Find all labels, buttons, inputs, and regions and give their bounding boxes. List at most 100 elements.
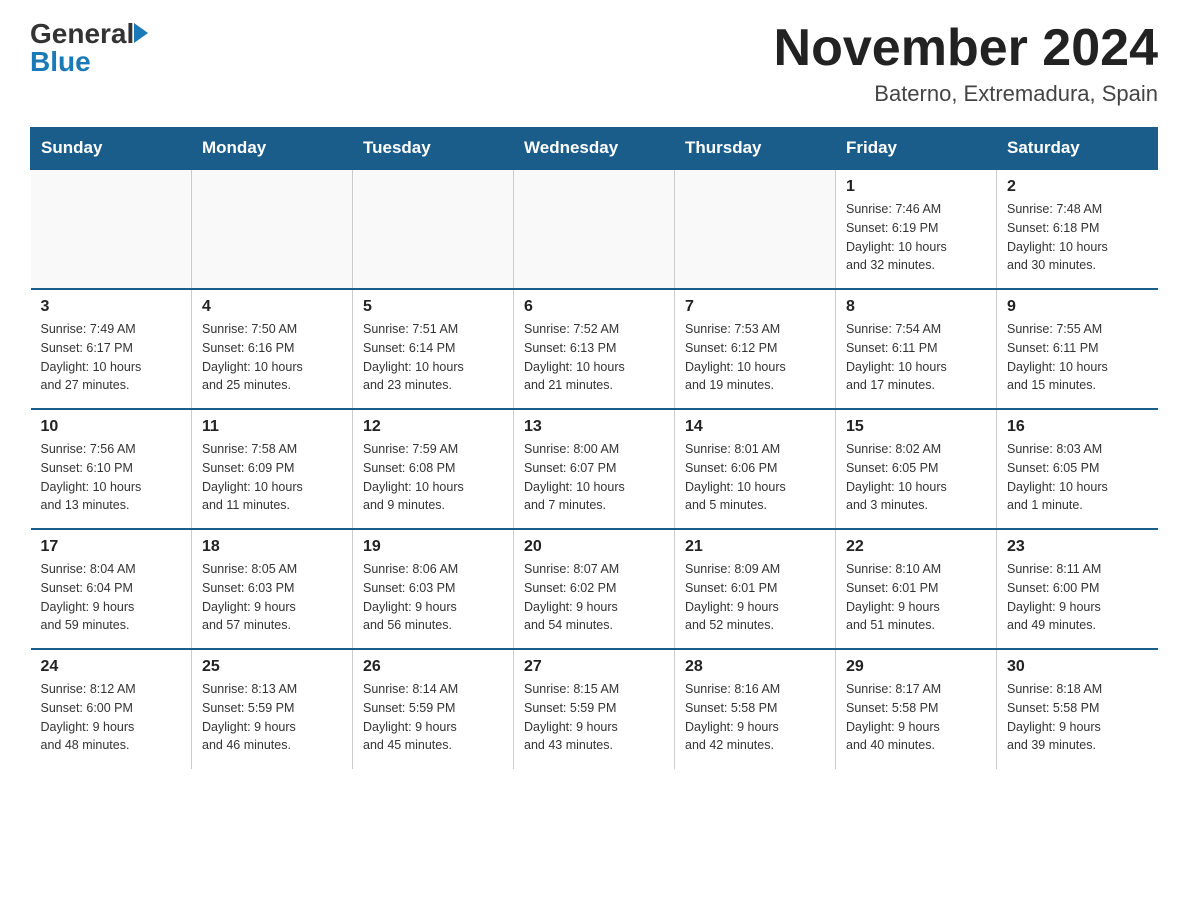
weekday-header-friday: Friday xyxy=(836,128,997,170)
day-number: 24 xyxy=(41,658,182,676)
calendar-cell: 23Sunrise: 8:11 AM Sunset: 6:00 PM Dayli… xyxy=(997,529,1158,649)
day-number: 7 xyxy=(685,298,825,316)
weekday-header-wednesday: Wednesday xyxy=(514,128,675,170)
day-info: Sunrise: 7:46 AM Sunset: 6:19 PM Dayligh… xyxy=(846,200,986,275)
day-info: Sunrise: 7:59 AM Sunset: 6:08 PM Dayligh… xyxy=(363,440,503,515)
calendar-cell: 22Sunrise: 8:10 AM Sunset: 6:01 PM Dayli… xyxy=(836,529,997,649)
day-number: 19 xyxy=(363,538,503,556)
calendar-cell: 12 Sunrise: 7:59 AM Sunset: 6:08 PM Dayli… xyxy=(353,409,514,529)
calendar-cell xyxy=(675,169,836,289)
day-number: 25 xyxy=(202,658,342,676)
day-info: Sunrise: 7:48 AM Sunset: 6:18 PM Dayligh… xyxy=(1007,200,1148,275)
calendar-cell: 14 Sunrise: 8:01 AM Sunset: 6:06 PM Dayli… xyxy=(675,409,836,529)
day-info: Sunrise: 7:54 AM Sunset: 6:11 PM Dayligh… xyxy=(846,320,986,395)
day-number: 3 xyxy=(41,298,182,316)
day-number: 13 xyxy=(524,418,664,436)
week-row-2: 3 Sunrise: 7:49 AM Sunset: 6:17 PM Daylig… xyxy=(31,289,1158,409)
calendar-cell: 16 Sunrise: 8:03 AM Sunset: 6:05 PM Dayli… xyxy=(997,409,1158,529)
day-number: 18 xyxy=(202,538,342,556)
day-info: Sunrise: 8:17 AM Sunset: 5:58 PM Dayligh… xyxy=(846,680,986,755)
calendar-cell: 10 Sunrise: 7:56 AM Sunset: 6:10 PM Dayli… xyxy=(31,409,192,529)
day-number: 4 xyxy=(202,298,342,316)
calendar-cell: 5Sunrise: 7:51 AM Sunset: 6:14 PM Daylig… xyxy=(353,289,514,409)
day-info: Sunrise: 8:13 AM Sunset: 5:59 PM Dayligh… xyxy=(202,680,342,755)
title-area: November 2024 Baterno, Extremadura, Spai… xyxy=(774,20,1158,107)
calendar-cell: 26 Sunrise: 8:14 AM Sunset: 5:59 PM Dayli… xyxy=(353,649,514,769)
day-info: Sunrise: 7:49 AM Sunset: 6:17 PM Dayligh… xyxy=(41,320,182,395)
day-number: 9 xyxy=(1007,298,1148,316)
day-info: Sunrise: 8:04 AM Sunset: 6:04 PM Dayligh… xyxy=(41,560,182,635)
day-info: Sunrise: 8:02 AM Sunset: 6:05 PM Dayligh… xyxy=(846,440,986,515)
day-number: 21 xyxy=(685,538,825,556)
location-subtitle: Baterno, Extremadura, Spain xyxy=(774,81,1158,107)
week-row-5: 24 Sunrise: 8:12 AM Sunset: 6:00 PM Dayli… xyxy=(31,649,1158,769)
calendar-header: SundayMondayTuesdayWednesdayThursdayFrid… xyxy=(31,128,1158,170)
day-info: Sunrise: 8:03 AM Sunset: 6:05 PM Dayligh… xyxy=(1007,440,1148,515)
week-row-4: 17 Sunrise: 8:04 AM Sunset: 6:04 PM Dayli… xyxy=(31,529,1158,649)
calendar-cell xyxy=(31,169,192,289)
calendar-table: SundayMondayTuesdayWednesdayThursdayFrid… xyxy=(30,127,1158,769)
calendar-cell: 11 Sunrise: 7:58 AM Sunset: 6:09 PM Dayli… xyxy=(192,409,353,529)
day-info: Sunrise: 8:12 AM Sunset: 6:00 PM Dayligh… xyxy=(41,680,182,755)
calendar-cell: 24 Sunrise: 8:12 AM Sunset: 6:00 PM Dayli… xyxy=(31,649,192,769)
day-info: Sunrise: 7:53 AM Sunset: 6:12 PM Dayligh… xyxy=(685,320,825,395)
day-number: 23 xyxy=(1007,538,1148,556)
day-number: 12 xyxy=(363,418,503,436)
logo-general-text: General xyxy=(30,20,150,48)
day-info: Sunrise: 7:55 AM Sunset: 6:11 PM Dayligh… xyxy=(1007,320,1148,395)
day-number: 29 xyxy=(846,658,986,676)
calendar-cell: 13Sunrise: 8:00 AM Sunset: 6:07 PM Dayli… xyxy=(514,409,675,529)
day-info: Sunrise: 7:56 AM Sunset: 6:10 PM Dayligh… xyxy=(41,440,182,515)
day-number: 15 xyxy=(846,418,986,436)
day-number: 2 xyxy=(1007,178,1148,196)
calendar-cell: 15 Sunrise: 8:02 AM Sunset: 6:05 PM Dayli… xyxy=(836,409,997,529)
calendar-cell: 18 Sunrise: 8:05 AM Sunset: 6:03 PM Dayli… xyxy=(192,529,353,649)
day-number: 17 xyxy=(41,538,182,556)
day-info: Sunrise: 8:10 AM Sunset: 6:01 PM Dayligh… xyxy=(846,560,986,635)
day-number: 6 xyxy=(524,298,664,316)
calendar-body: 1Sunrise: 7:46 AM Sunset: 6:19 PM Daylig… xyxy=(31,169,1158,769)
day-number: 16 xyxy=(1007,418,1148,436)
calendar-cell: 28 Sunrise: 8:16 AM Sunset: 5:58 PM Dayli… xyxy=(675,649,836,769)
day-info: Sunrise: 8:06 AM Sunset: 6:03 PM Dayligh… xyxy=(363,560,503,635)
day-number: 28 xyxy=(685,658,825,676)
calendar-cell: 9 Sunrise: 7:55 AM Sunset: 6:11 PM Daylig… xyxy=(997,289,1158,409)
day-number: 8 xyxy=(846,298,986,316)
day-number: 14 xyxy=(685,418,825,436)
calendar-cell xyxy=(353,169,514,289)
weekday-header-row: SundayMondayTuesdayWednesdayThursdayFrid… xyxy=(31,128,1158,170)
calendar-cell: 30Sunrise: 8:18 AM Sunset: 5:58 PM Dayli… xyxy=(997,649,1158,769)
day-info: Sunrise: 8:18 AM Sunset: 5:58 PM Dayligh… xyxy=(1007,680,1148,755)
weekday-header-saturday: Saturday xyxy=(997,128,1158,170)
calendar-cell: 6Sunrise: 7:52 AM Sunset: 6:13 PM Daylig… xyxy=(514,289,675,409)
weekday-header-monday: Monday xyxy=(192,128,353,170)
day-info: Sunrise: 8:16 AM Sunset: 5:58 PM Dayligh… xyxy=(685,680,825,755)
day-info: Sunrise: 8:01 AM Sunset: 6:06 PM Dayligh… xyxy=(685,440,825,515)
day-number: 26 xyxy=(363,658,503,676)
calendar-cell: 20Sunrise: 8:07 AM Sunset: 6:02 PM Dayli… xyxy=(514,529,675,649)
weekday-header-tuesday: Tuesday xyxy=(353,128,514,170)
weekday-header-thursday: Thursday xyxy=(675,128,836,170)
day-info: Sunrise: 7:50 AM Sunset: 6:16 PM Dayligh… xyxy=(202,320,342,395)
calendar-cell xyxy=(514,169,675,289)
day-info: Sunrise: 8:05 AM Sunset: 6:03 PM Dayligh… xyxy=(202,560,342,635)
calendar-cell: 19 Sunrise: 8:06 AM Sunset: 6:03 PM Dayli… xyxy=(353,529,514,649)
month-title: November 2024 xyxy=(774,20,1158,77)
calendar-cell: 4 Sunrise: 7:50 AM Sunset: 6:16 PM Daylig… xyxy=(192,289,353,409)
day-info: Sunrise: 8:15 AM Sunset: 5:59 PM Dayligh… xyxy=(524,680,664,755)
calendar-cell: 2 Sunrise: 7:48 AM Sunset: 6:18 PM Daylig… xyxy=(997,169,1158,289)
day-info: Sunrise: 7:51 AM Sunset: 6:14 PM Dayligh… xyxy=(363,320,503,395)
day-number: 27 xyxy=(524,658,664,676)
day-number: 11 xyxy=(202,418,342,436)
day-info: Sunrise: 7:58 AM Sunset: 6:09 PM Dayligh… xyxy=(202,440,342,515)
day-info: Sunrise: 8:07 AM Sunset: 6:02 PM Dayligh… xyxy=(524,560,664,635)
calendar-cell: 7 Sunrise: 7:53 AM Sunset: 6:12 PM Daylig… xyxy=(675,289,836,409)
calendar-cell: 1Sunrise: 7:46 AM Sunset: 6:19 PM Daylig… xyxy=(836,169,997,289)
calendar-cell: 21Sunrise: 8:09 AM Sunset: 6:01 PM Dayli… xyxy=(675,529,836,649)
week-row-3: 10 Sunrise: 7:56 AM Sunset: 6:10 PM Dayli… xyxy=(31,409,1158,529)
weekday-header-sunday: Sunday xyxy=(31,128,192,170)
calendar-cell: 25 Sunrise: 8:13 AM Sunset: 5:59 PM Dayli… xyxy=(192,649,353,769)
logo: General Blue xyxy=(30,20,150,76)
day-info: Sunrise: 8:14 AM Sunset: 5:59 PM Dayligh… xyxy=(363,680,503,755)
day-number: 10 xyxy=(41,418,182,436)
